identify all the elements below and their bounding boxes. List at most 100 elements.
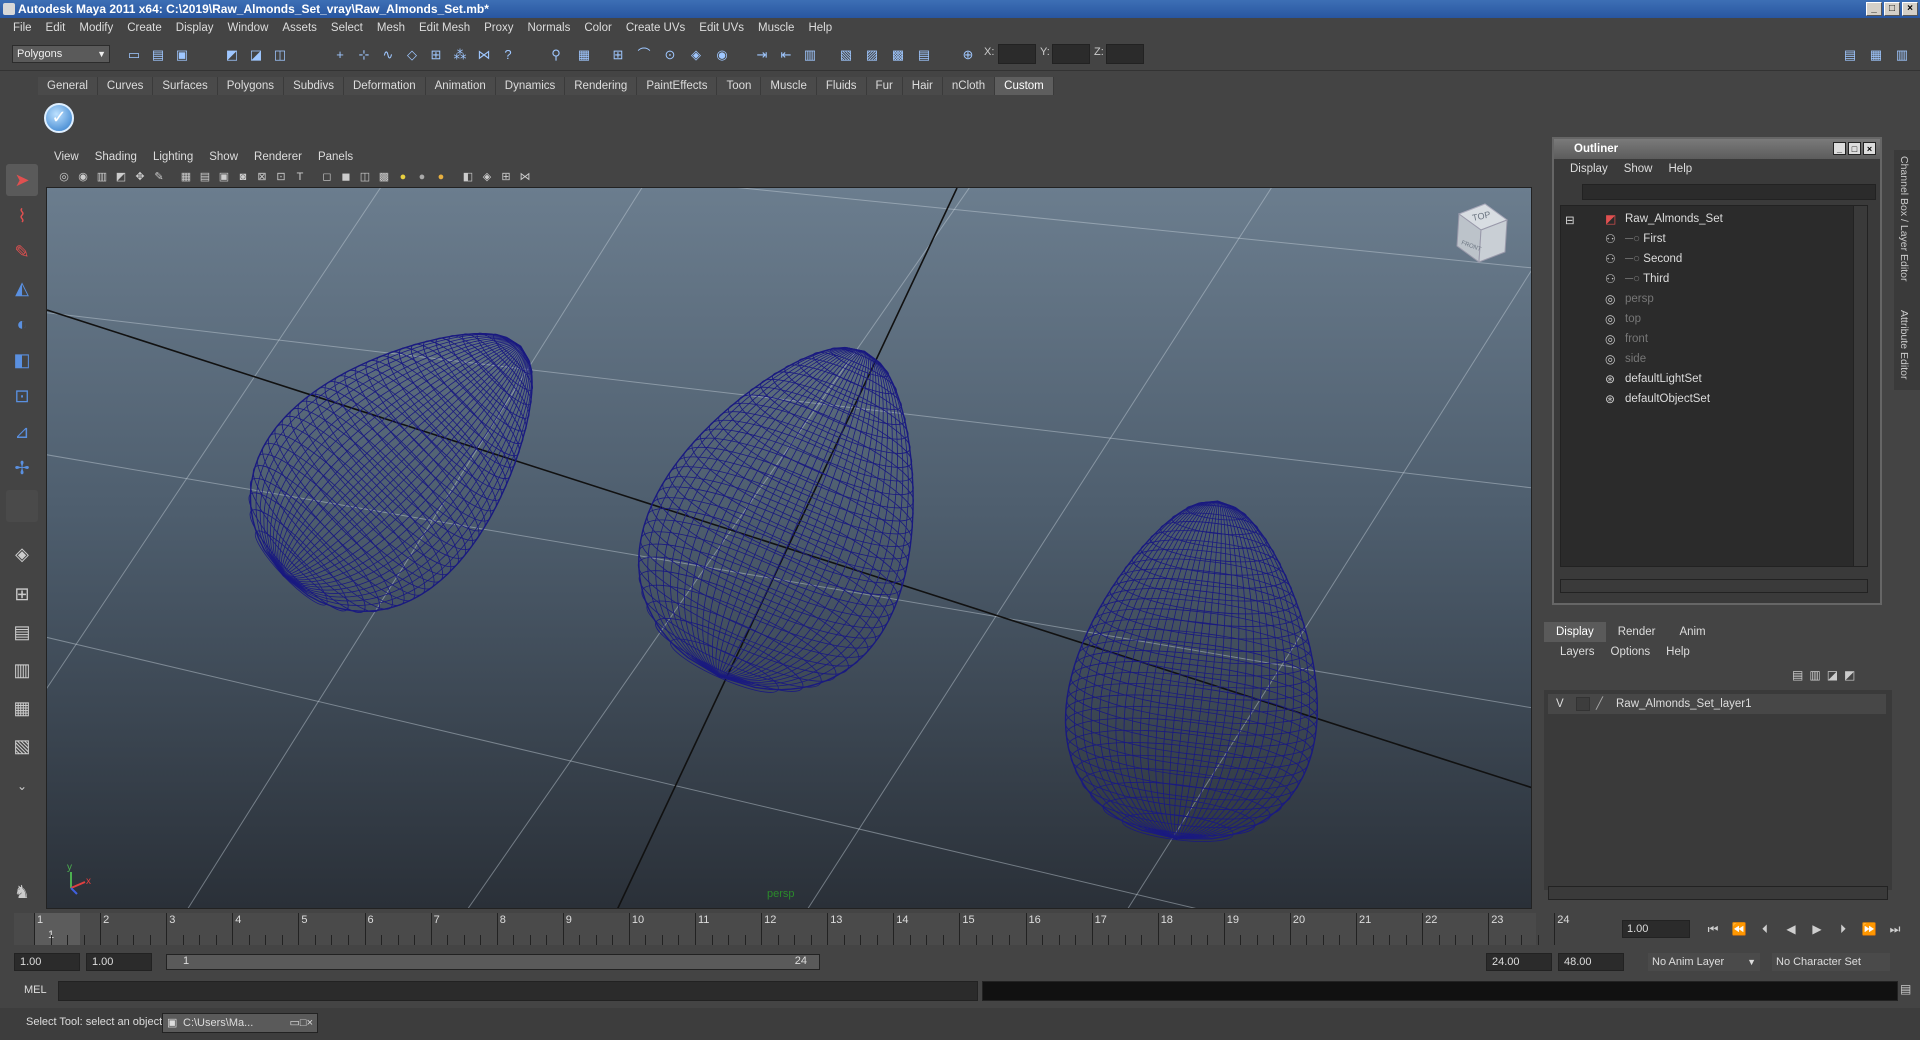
menu-assets[interactable]: Assets bbox=[275, 22, 324, 34]
outliner-horizontal-scrollbar[interactable] bbox=[1560, 579, 1868, 593]
two-d-pan-icon[interactable]: ✥ bbox=[132, 169, 148, 185]
field-chart-icon[interactable]: ⊠ bbox=[254, 169, 270, 185]
shelf-tab-fluids[interactable]: Fluids bbox=[816, 77, 867, 95]
outliner-item-second[interactable]: ⚇ ─○ Second bbox=[1605, 250, 1682, 268]
layer-horizontal-scrollbar[interactable] bbox=[1548, 886, 1888, 900]
xray-icon[interactable]: ◈ bbox=[479, 169, 495, 185]
select-misc-icon[interactable]: ? bbox=[498, 45, 518, 65]
shelf-tab-subdivs[interactable]: Subdivs bbox=[284, 77, 344, 95]
menu-create[interactable]: Create bbox=[120, 22, 169, 34]
vp-menu-show[interactable]: Show bbox=[201, 151, 246, 163]
gate-mask-icon[interactable]: ◙ bbox=[235, 169, 251, 185]
vp-menu-shading[interactable]: Shading bbox=[87, 151, 145, 163]
select-by-handle-icon[interactable]: + bbox=[330, 45, 350, 65]
select-tool-icon[interactable]: ➤ bbox=[6, 164, 38, 196]
transform-mode-icon[interactable]: ⊕ bbox=[958, 45, 978, 65]
y-field[interactable] bbox=[1052, 44, 1090, 64]
safe-action-icon[interactable]: ⊡ bbox=[273, 169, 289, 185]
isolate-select-icon[interactable]: ◧ bbox=[460, 169, 476, 185]
grid-icon[interactable]: ▦ bbox=[178, 169, 194, 185]
select-by-dynamic-icon[interactable]: ⁂ bbox=[450, 45, 470, 65]
minimized-window-button[interactable]: ▣ C:\Users\Ma... ▭□× bbox=[162, 1013, 318, 1033]
character-set-dropdown[interactable]: No Character Set bbox=[1772, 953, 1890, 971]
outliner-graph-layout-icon[interactable]: ▧ bbox=[6, 730, 38, 762]
select-component-icon[interactable]: ◫ bbox=[270, 45, 290, 65]
shelf-tab-polygons[interactable]: Polygons bbox=[217, 77, 285, 95]
menu-modify[interactable]: Modify bbox=[72, 22, 120, 34]
layer-menu-options[interactable]: Options bbox=[1603, 646, 1659, 658]
shelf-tab-hair[interactable]: Hair bbox=[902, 77, 943, 95]
vp-menu-renderer[interactable]: Renderer bbox=[246, 151, 310, 163]
layer-tab-render[interactable]: Render bbox=[1605, 622, 1668, 642]
universal-manipulator-icon[interactable]: ⊡ bbox=[6, 380, 38, 412]
soft-mod-tool-icon[interactable]: ⊿ bbox=[6, 416, 38, 448]
layer-row[interactable]: V ╱ Raw_Almonds_Set_layer1 bbox=[1548, 694, 1886, 714]
anim-layer-dropdown[interactable]: No Anim Layer ▼ bbox=[1648, 953, 1760, 971]
select-by-surface-icon[interactable]: ◇ bbox=[402, 45, 422, 65]
shelf-tab-painteffects[interactable]: PaintEffects bbox=[637, 77, 718, 95]
grease-pencil-icon[interactable]: ✎ bbox=[151, 169, 167, 185]
wireframe-on-shaded-icon[interactable]: ◫ bbox=[357, 169, 373, 185]
menu-edit-mesh[interactable]: Edit Mesh bbox=[412, 22, 477, 34]
shelf-tab-animation[interactable]: Animation bbox=[425, 77, 496, 95]
step-forward-key-icon[interactable]: ⏩ bbox=[1860, 920, 1878, 938]
outliner-item-raw-almonds-set[interactable]: ◩ Raw_Almonds_Set bbox=[1605, 210, 1723, 228]
minimize-button[interactable]: _ bbox=[1866, 2, 1882, 16]
x-field[interactable] bbox=[998, 44, 1036, 64]
outliner-minimize-button[interactable]: _ bbox=[1833, 142, 1846, 155]
menu-muscle[interactable]: Muscle bbox=[751, 22, 801, 34]
step-back-key-icon[interactable]: ⏪ bbox=[1730, 920, 1748, 938]
command-input[interactable] bbox=[58, 981, 978, 1001]
shelf-tab-toon[interactable]: Toon bbox=[717, 77, 762, 95]
layer-visibility-toggle[interactable]: V bbox=[1556, 694, 1564, 714]
highlight-selection-icon[interactable]: ▦ bbox=[574, 45, 594, 65]
perspective-viewport[interactable]: TOP FRONT y x persp bbox=[46, 187, 1532, 909]
scale-tool-icon[interactable]: ◧ bbox=[6, 344, 38, 376]
anim-start-field[interactable]: 1.00 bbox=[86, 953, 152, 971]
step-forward-frame-icon[interactable]: ⏵ bbox=[1834, 920, 1852, 938]
backface-culling-icon[interactable]: ⋈ bbox=[517, 169, 533, 185]
end-time-field[interactable]: 48.00 bbox=[1558, 953, 1624, 971]
layer-tab-display[interactable]: Display bbox=[1544, 622, 1606, 642]
snap-to-grid-icon[interactable]: ⊞ bbox=[608, 45, 628, 65]
menu-select[interactable]: Select bbox=[324, 22, 370, 34]
shelf-tab-custom[interactable]: Custom bbox=[995, 77, 1054, 95]
menu-set-dropdown[interactable]: Polygons ▼ bbox=[12, 45, 110, 63]
current-time-field[interactable]: 1.00 bbox=[1622, 920, 1690, 938]
check-shelf-icon[interactable]: ✓ bbox=[44, 103, 74, 133]
shelf-tab-surfaces[interactable]: Surfaces bbox=[153, 77, 218, 95]
layer-tab-anim[interactable]: Anim bbox=[1667, 622, 1718, 642]
camera-select-icon[interactable]: ◎ bbox=[56, 169, 72, 185]
shadows-icon[interactable]: ● bbox=[414, 169, 430, 185]
output-ops-icon[interactable]: ⇤ bbox=[776, 45, 796, 65]
render-settings-icon[interactable]: ▤ bbox=[914, 45, 934, 65]
menu-edit[interactable]: Edit bbox=[39, 22, 73, 34]
outliner-vertical-scrollbar[interactable] bbox=[1853, 206, 1867, 566]
render-view-icon[interactable]: ▧ bbox=[836, 45, 856, 65]
high-quality-icon[interactable]: ● bbox=[433, 169, 449, 185]
outliner-item-front[interactable]: ◎ front bbox=[1605, 330, 1648, 348]
show-tool-settings-icon[interactable]: ▦ bbox=[1866, 45, 1886, 65]
vp-menu-view[interactable]: View bbox=[46, 151, 87, 163]
outliner-maximize-button[interactable]: □ bbox=[1848, 142, 1861, 155]
construction-history-icon[interactable]: ▥ bbox=[800, 45, 820, 65]
shelf-tab-fur[interactable]: Fur bbox=[866, 77, 903, 95]
lock-selection-icon[interactable]: ⚲ bbox=[546, 45, 566, 65]
script-editor-icon[interactable]: ▤ bbox=[1900, 982, 1916, 998]
time-slider[interactable]: 1 12345678910111213141516171819202122232… bbox=[14, 913, 1570, 945]
shelf-tab-general[interactable]: General bbox=[38, 77, 98, 95]
rotate-tool-icon[interactable]: ◐ bbox=[6, 308, 38, 340]
close-button[interactable]: × bbox=[1902, 2, 1918, 16]
input-ops-icon[interactable]: ⇥ bbox=[752, 45, 772, 65]
shelf-tab-curves[interactable]: Curves bbox=[97, 77, 154, 95]
outliner-filter-input[interactable] bbox=[1582, 184, 1876, 200]
go-to-start-icon[interactable]: ⏮ bbox=[1704, 920, 1722, 938]
collapse-toggle[interactable]: ⊟ bbox=[1565, 212, 1575, 230]
lasso-tool-icon[interactable]: ⌇ bbox=[6, 200, 38, 232]
last-tool-icon[interactable] bbox=[6, 490, 38, 522]
layout-more-icon[interactable]: ⌄ bbox=[6, 770, 38, 802]
shelf-tab-muscle[interactable]: Muscle bbox=[761, 77, 817, 95]
cmd-language-label[interactable]: MEL bbox=[24, 984, 47, 996]
bookmarks-icon[interactable]: ▥ bbox=[94, 169, 110, 185]
select-by-joint-icon[interactable]: ⊹ bbox=[354, 45, 374, 65]
